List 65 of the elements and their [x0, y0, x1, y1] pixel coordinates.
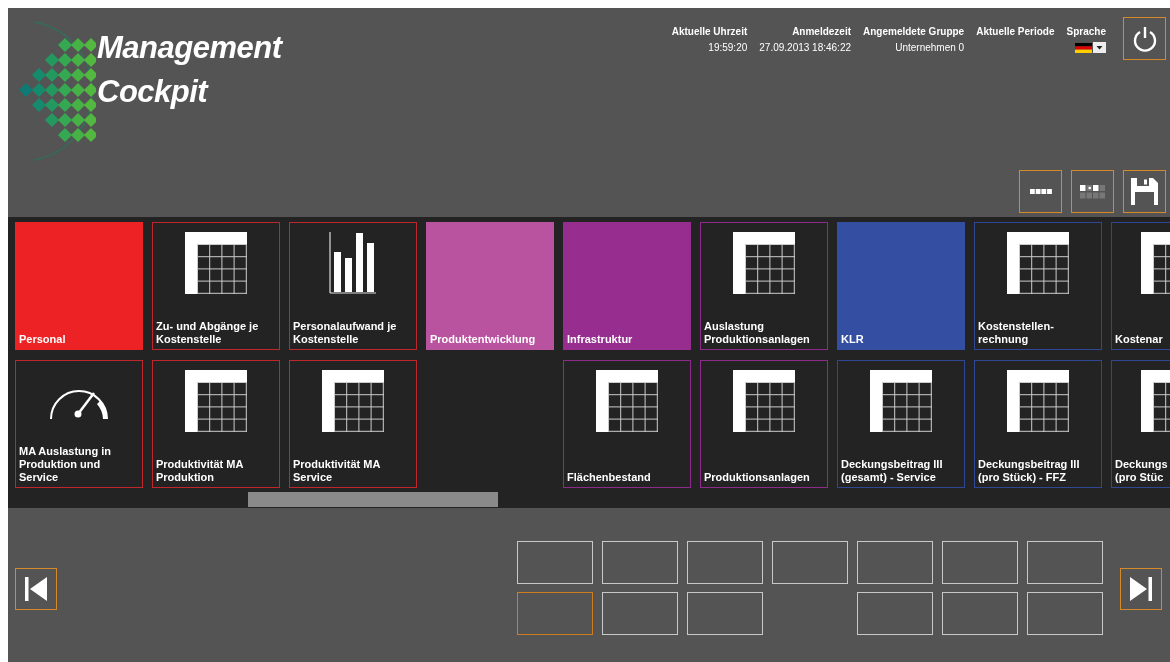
report-tile[interactable]: Deckungsbeitrag III (gesamt) - Service [837, 360, 965, 488]
page-thumbnail[interactable] [857, 592, 933, 635]
scrollbar-thumb[interactable] [248, 492, 498, 507]
list-view-button[interactable] [1019, 170, 1062, 213]
report-tile[interactable]: Produktivität MA Produktion [152, 360, 280, 488]
page-thumbnail[interactable] [687, 541, 763, 584]
page-thumbnail[interactable] [687, 592, 763, 635]
language-dropdown[interactable] [1075, 42, 1106, 53]
table-icon [596, 370, 658, 432]
grid-view-button[interactable] [1071, 170, 1114, 213]
table-icon [322, 370, 384, 432]
page-thumbnail[interactable] [517, 541, 593, 584]
report-tile[interactable]: MA Auslastung in Produktion und Service [15, 360, 143, 488]
dots-icon [1029, 189, 1052, 194]
flag-icon [1075, 42, 1092, 53]
table-icon [1007, 370, 1069, 432]
last-page-button[interactable] [1120, 568, 1162, 610]
grid-icon [1079, 184, 1106, 199]
power-icon [1132, 25, 1157, 52]
page-thumbnail[interactable] [517, 592, 593, 635]
page-thumbnail[interactable] [602, 592, 678, 635]
category-tile[interactable]: Personal [15, 222, 143, 350]
table-icon [1007, 232, 1069, 294]
report-tile[interactable]: Zu- und Abgänge je Kostenstelle [152, 222, 280, 350]
category-tile[interactable]: Produktentwicklung [426, 222, 554, 350]
info-value: 27.09.2013 18:46:22 [759, 41, 852, 55]
page-thumbnail[interactable] [1027, 592, 1103, 635]
skip-forward-icon [1130, 577, 1152, 601]
info-label: Sprache [1066, 25, 1106, 39]
report-tile[interactable]: Flächenbestand [563, 360, 691, 488]
info-value: Unternehmen 0 [895, 41, 965, 55]
report-tile[interactable]: Kostenstellen-rechnung [974, 222, 1102, 350]
logo-text: Management Cockpit [97, 29, 282, 111]
report-tile[interactable]: Kostenar [1111, 222, 1170, 350]
table-icon [870, 370, 932, 432]
table-icon [185, 232, 247, 294]
save-icon [1131, 178, 1158, 205]
page-thumbnail[interactable] [942, 592, 1018, 635]
report-tile[interactable]: Deckungs (pro Stüc [1111, 360, 1170, 488]
page-thumbnail[interactable] [857, 541, 933, 584]
page-thumbnail[interactable] [942, 541, 1018, 584]
power-button[interactable] [1123, 17, 1166, 60]
category-tile[interactable]: KLR [837, 222, 965, 350]
page-thumbnail[interactable] [602, 541, 678, 584]
info-label: Angemeldete Gruppe [863, 25, 965, 39]
caret-icon [1093, 42, 1106, 53]
category-tile[interactable]: Infrastruktur [563, 222, 691, 350]
save-button[interactable] [1123, 170, 1166, 213]
page-thumbnail[interactable] [1027, 541, 1103, 584]
info-label: Anmeldezeit [792, 25, 852, 39]
skip-back-icon [25, 577, 47, 601]
info-label: Aktuelle Periode [976, 25, 1055, 39]
info-value: 19:59:20 [708, 41, 748, 55]
table-icon [733, 232, 795, 294]
report-tile[interactable]: Deckungsbeitrag III (pro Stück) - FFZ [974, 360, 1102, 488]
first-page-button[interactable] [15, 568, 57, 610]
report-tile[interactable]: Produktionsanlagen [700, 360, 828, 488]
info-label: Aktuelle Uhrzeit [671, 25, 748, 39]
report-tile[interactable]: Auslastung Produktionsanlagen [700, 222, 828, 350]
report-tile[interactable]: Personalaufwand je Kostenstelle [289, 222, 417, 350]
report-tile[interactable]: Produktivität MA Service [289, 360, 417, 488]
page-thumbnail[interactable] [772, 541, 848, 584]
bar-chart-icon [329, 232, 377, 294]
table-icon [733, 370, 795, 432]
table-icon [185, 370, 247, 432]
